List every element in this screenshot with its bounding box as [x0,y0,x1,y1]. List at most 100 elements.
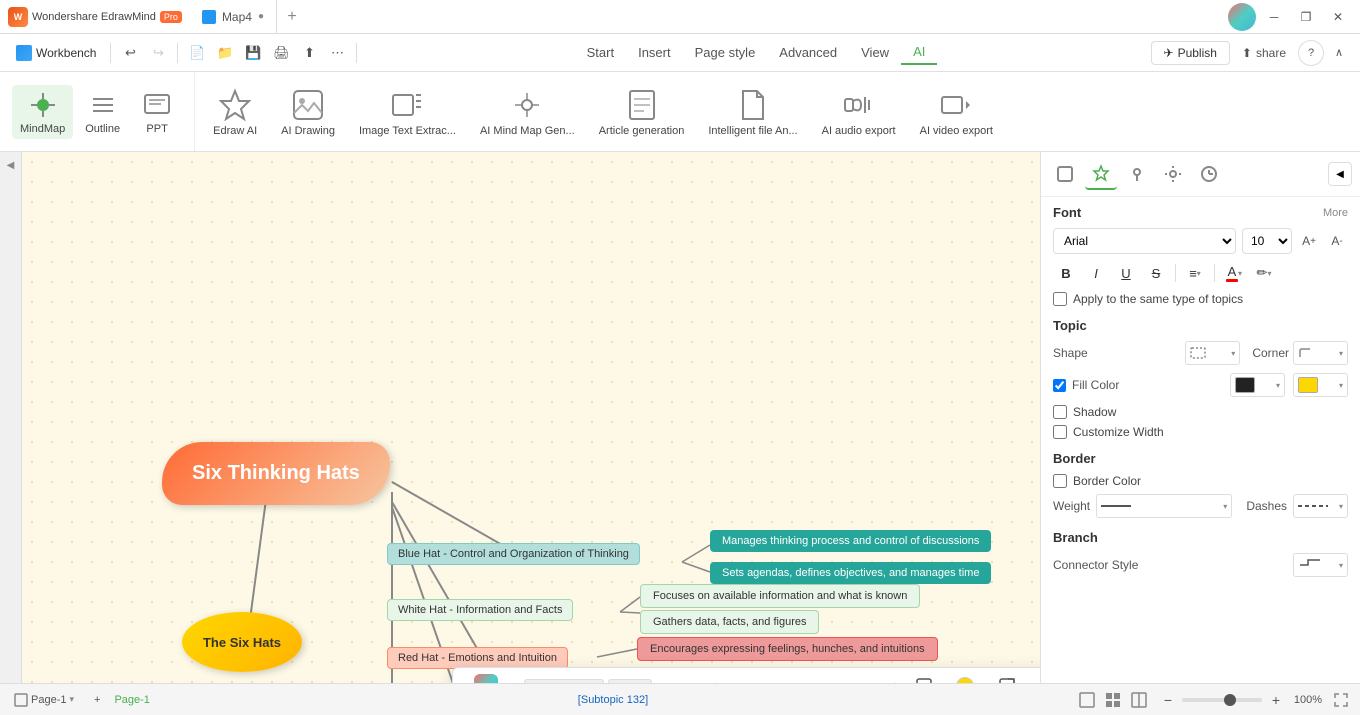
ribbon-ppt-button[interactable]: PPT [132,85,182,139]
fill-color-checkbox[interactable] [1053,379,1066,392]
share-button[interactable]: ⬆ share [1232,42,1296,64]
highlight-button[interactable]: ✏▾ [1251,260,1277,286]
underline-button[interactable]: U [1113,260,1139,286]
strikethrough-button[interactable]: S [1143,260,1169,286]
subnode-blue-2[interactable]: Sets agendas, defines objectives, and ma… [710,562,991,584]
ribbon-video-export-button[interactable]: AI video export [910,83,1003,141]
branch-white-hat[interactable]: White Hat - Information and Facts [387,599,573,621]
zoom-slider[interactable] [1182,698,1262,702]
undo-button[interactable]: ↩ [117,40,143,66]
apply-same-checkbox[interactable] [1053,292,1067,306]
tab-ai[interactable]: AI [901,40,937,65]
tab-view[interactable]: View [849,41,901,64]
weight-select[interactable]: ▾ [1096,494,1232,518]
view-fit-button[interactable] [1076,689,1098,711]
center-node[interactable]: The Six Hats [182,612,302,672]
ft-increase-size[interactable]: A+ [656,679,682,684]
root-node[interactable]: Six Thinking Hats [162,442,390,505]
panel-icon-location[interactable] [1121,158,1153,190]
minimize-button[interactable]: ─ [1260,3,1288,31]
tab-add-button[interactable]: + [277,0,307,33]
ai-ball[interactable] [1228,3,1256,31]
save-button[interactable]: 💾 [240,40,266,66]
ft-highlight[interactable] [835,679,861,684]
ft-layout-tool[interactable]: Layout [1032,674,1040,684]
ribbon-edraw-ai-button[interactable]: Edraw AI [203,83,267,141]
italic-button[interactable]: I [1083,260,1109,286]
dashes-select[interactable]: ▾ [1293,494,1348,518]
zoom-minus-button[interactable]: − [1158,690,1178,710]
ft-bold[interactable]: B [723,679,749,684]
add-page-button[interactable]: + [88,692,106,708]
ft-size-select[interactable]: 10 [608,679,652,684]
align-button[interactable]: ≡▾ [1182,260,1208,286]
ft-font-select[interactable]: Arial [524,679,604,684]
connector-style-select[interactable]: ▾ [1293,553,1348,577]
generate-button[interactable]: Generate [461,672,511,683]
ft-underline[interactable]: U [779,679,805,684]
new-button[interactable]: 📄 [184,40,210,66]
subnode-white-1[interactable]: Focuses on available information and wha… [640,584,920,608]
tab-insert[interactable]: Insert [626,41,683,64]
subnode-red-1[interactable]: Encourages expressing feelings, hunches,… [637,637,938,661]
view-grid-button[interactable] [1102,689,1124,711]
ft-decrease-size[interactable]: A- [684,679,710,684]
ft-text-color[interactable]: A [807,679,833,684]
font-family-select[interactable]: Arial [1053,228,1236,254]
fill-color-select-yellow[interactable]: ▾ [1293,373,1348,397]
ft-shape-tool[interactable]: Shape [902,674,947,684]
subnode-white-2[interactable]: Gathers data, facts, and figures [640,610,819,634]
ft-border-tool[interactable]: Border [984,674,1030,684]
shape-select[interactable]: ▾ [1185,341,1240,365]
workbench-button[interactable]: Workbench [8,41,104,65]
fill-color-select-black[interactable]: ▾ [1230,373,1285,397]
view-split-button[interactable] [1128,689,1150,711]
more-actions-button[interactable]: ⋯ [324,40,350,66]
restore-button[interactable]: ❐ [1292,3,1320,31]
tab-map4[interactable]: Map4 ● [190,0,277,33]
ribbon-ai-mindmap-button[interactable]: AI Mind Map Gen... [470,83,585,141]
corner-select[interactable]: ▾ [1293,341,1348,365]
subnode-blue-1[interactable]: Manages thinking process and control of … [710,530,991,552]
panel-icon-ai[interactable] [1085,158,1117,190]
zoom-plus-button[interactable]: + [1266,690,1286,710]
collapse-panel-button[interactable]: ◀ [1328,162,1352,186]
ft-italic[interactable]: I [751,679,777,684]
bold-button[interactable]: B [1053,260,1079,286]
panel-icon-settings[interactable] [1157,158,1189,190]
ribbon-article-gen-button[interactable]: Article generation [589,83,695,141]
border-color-checkbox[interactable] [1053,474,1067,488]
shadow-checkbox[interactable] [1053,405,1067,419]
ribbon-image-text-button[interactable]: Image Text Extrac... [349,83,466,141]
customize-width-checkbox[interactable] [1053,425,1067,439]
font-size-select[interactable]: 10 [1242,228,1292,254]
panel-icon-shape[interactable] [1049,158,1081,190]
print-button[interactable]: 🖨 [268,40,294,66]
font-increase-button[interactable]: A+ [1298,230,1320,252]
tab-page-style[interactable]: Page style [683,41,768,64]
zoom-thumb[interactable] [1224,694,1236,706]
help-button[interactable]: ? [1298,40,1324,66]
publish-button[interactable]: ✈ Publish [1151,41,1230,65]
open-folder-button[interactable]: 📁 [212,40,238,66]
ribbon-outline-button[interactable]: Outline [77,85,128,139]
tab-start[interactable]: Start [575,41,626,64]
redo-button[interactable]: ↪ [145,40,171,66]
text-color-button[interactable]: A ▾ [1221,260,1247,286]
ribbon-ai-drawing-button[interactable]: AI Drawing [271,83,345,141]
fullscreen-button[interactable] [1330,689,1352,711]
canvas[interactable]: Six Thinking Hats The Six Hats Blue Hat … [22,152,1040,683]
branch-red-hat[interactable]: Red Hat - Emotions and Intuition [387,647,568,669]
panel-icon-clock[interactable] [1193,158,1225,190]
panel-collapse-toggle[interactable]: ◀ [0,152,22,683]
ribbon-audio-export-button[interactable]: AI audio export [812,83,906,141]
ft-more-format[interactable]: ≪ [863,679,889,684]
close-button[interactable]: ✕ [1324,3,1352,31]
export-button[interactable]: ⬆ [296,40,322,66]
font-more-button[interactable]: More [1323,207,1348,219]
ribbon-intelligent-file-button[interactable]: Intelligent file An... [698,83,807,141]
branch-blue-hat[interactable]: Blue Hat - Control and Organization of T… [387,543,640,565]
font-decrease-button[interactable]: A- [1326,230,1348,252]
collapse-ribbon-button[interactable]: ∧ [1326,40,1352,66]
ribbon-mindmap-button[interactable]: MindMap [12,85,73,139]
